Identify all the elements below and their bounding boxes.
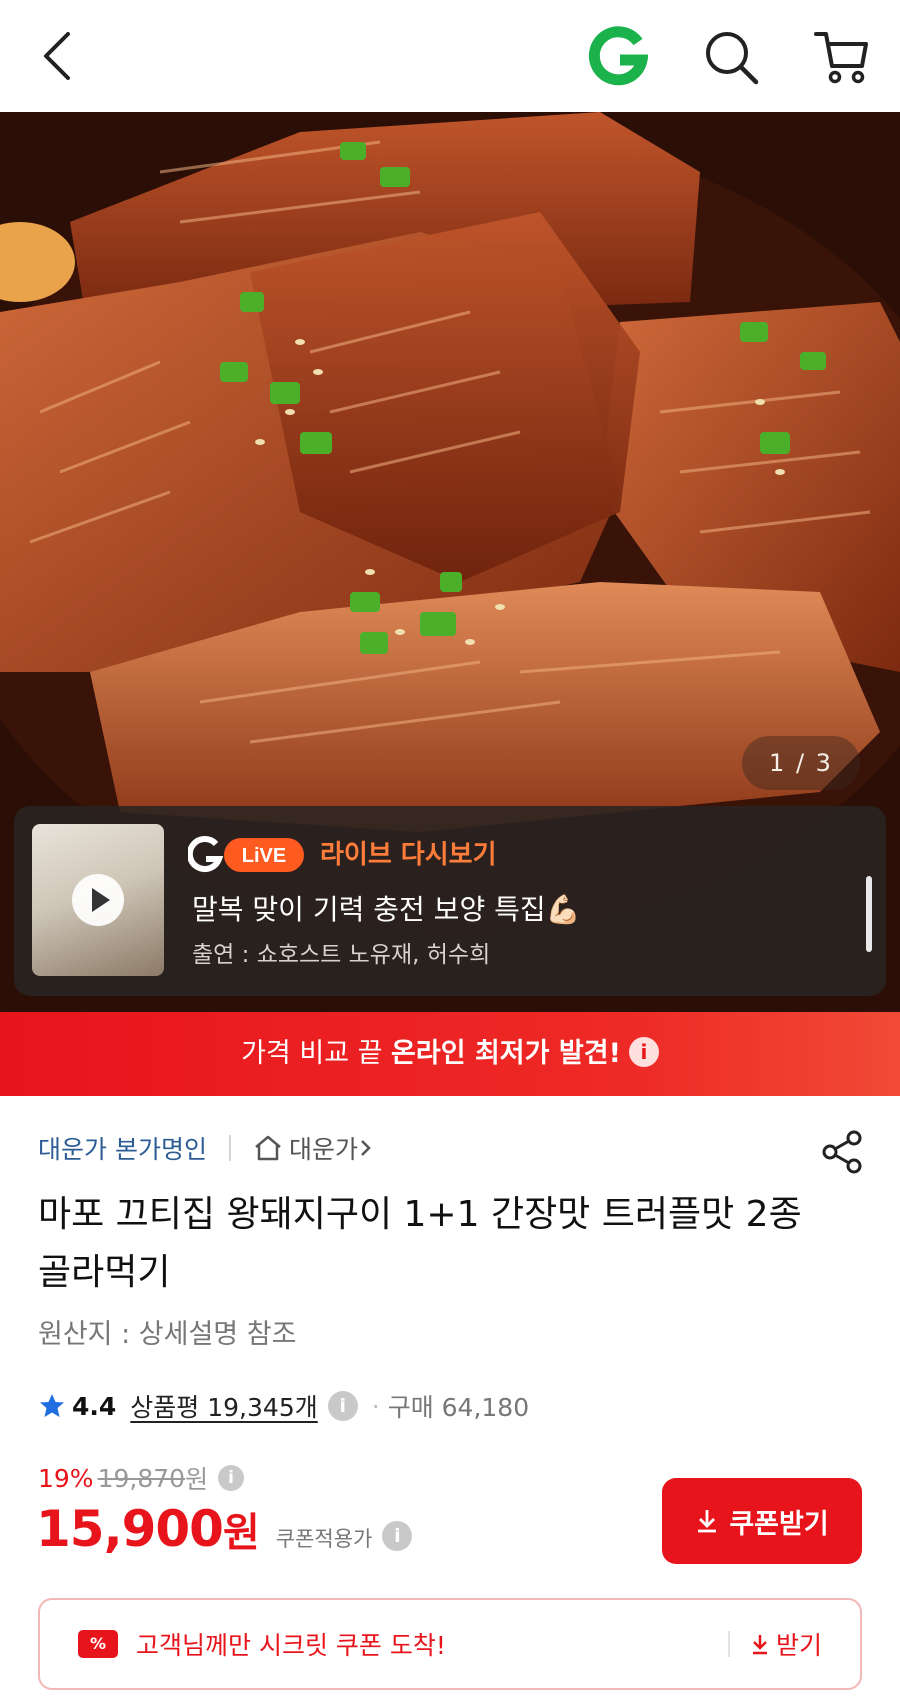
price-row: 15,900 원 쿠폰적용가 i (36, 1500, 413, 1558)
live-title: 말복 맞이 기력 충전 보양 특집💪🏻 (192, 893, 581, 926)
g-live-logo-icon: LiVE (188, 836, 304, 873)
live-cast: 출연 : 쇼호스트 노유재, 허수희 (192, 942, 491, 968)
search-icon[interactable] (702, 28, 760, 86)
top-app-bar (0, 0, 900, 112)
original-price: 19,870 (97, 1463, 186, 1493)
sale-price: 15,900 (36, 1500, 224, 1558)
info-icon[interactable]: i (382, 1521, 413, 1551)
store-name: 대운가 (288, 1135, 358, 1164)
download-icon (698, 1510, 717, 1533)
chevron-right-icon (361, 1140, 371, 1156)
rating-value: 4.4 (72, 1391, 117, 1421)
seller-name-link[interactable]: 대운가 본가명인 (38, 1130, 207, 1166)
secret-coupon-get-button[interactable]: 받기 (750, 1626, 822, 1662)
info-icon[interactable]: i (628, 1037, 659, 1067)
download-icon (752, 1635, 767, 1655)
banner-highlight: 온라인 최저가 발견! (391, 1038, 621, 1069)
store-link[interactable]: 대운가 (253, 1130, 380, 1166)
seller-row: 대운가 본가명인 대운가 (38, 1128, 380, 1168)
product-title: 마포 끄티집 왕돼지구이 1+1 간장맛 트러플맛 2종 골라먹기 (38, 1194, 802, 1293)
price-unit: 원 (222, 1510, 260, 1556)
scrollbar[interactable] (866, 876, 872, 952)
separator-dot: · (371, 1391, 380, 1421)
secret-coupon-get-label: 받기 (775, 1631, 822, 1660)
get-coupon-button[interactable]: 쿠폰받기 (662, 1478, 862, 1564)
coupon-percent-icon: % (78, 1630, 118, 1658)
banner-prefix: 가격 비교 끝 (241, 1038, 392, 1069)
chevron-left-icon[interactable] (38, 28, 78, 84)
info-icon[interactable]: i (327, 1391, 358, 1421)
divider (727, 1631, 730, 1657)
rating-row: 4.4 상품평 19,345개 i · 구매 64,180 (38, 1386, 529, 1426)
coupon-applied-label: 쿠폰적용가 (275, 1527, 373, 1551)
original-price-unit: 원 (185, 1465, 209, 1494)
product-origin: 원산지 : 상세설명 참조 (38, 1319, 297, 1350)
discount-row: 19% 19,870 원 i (38, 1460, 245, 1496)
product-image-gallery[interactable]: 1 / 3 LiVE 라이브 다시보기 말복 맞이 기력 충전 보양 특집💪🏻 … (0, 112, 900, 1012)
secret-coupon-bar[interactable]: % 고객님께만 시크릿 쿠폰 도착! 받기 (38, 1598, 862, 1690)
info-icon[interactable]: i (218, 1465, 245, 1491)
cart-icon[interactable] (812, 26, 872, 86)
get-coupon-label: 쿠폰받기 (729, 1508, 829, 1540)
purchase-count: 구매 64,180 (387, 1393, 530, 1422)
lowest-price-banner[interactable]: 가격 비교 끝 온라인 최저가 발견! i (0, 1012, 900, 1096)
live-replay-card[interactable]: LiVE 라이브 다시보기 말복 맞이 기력 충전 보양 특집💪🏻 출연 : 쇼… (14, 806, 886, 996)
star-icon (40, 1394, 64, 1417)
home-icon (255, 1135, 281, 1161)
divider (228, 1135, 231, 1161)
live-logo-text: LiVE (242, 845, 286, 867)
share-icon[interactable] (818, 1128, 866, 1176)
review-count-link[interactable]: 상품평 19,345개 (130, 1388, 317, 1424)
gmarket-logo-icon[interactable] (588, 26, 648, 86)
secret-coupon-message: 고객님께만 시크릿 쿠폰 도착! (136, 1631, 446, 1660)
live-thumbnail[interactable] (32, 824, 164, 976)
play-icon[interactable] (72, 874, 124, 926)
gallery-page-indicator: 1 / 3 (742, 736, 860, 790)
live-replay-label: 라이브 다시보기 (320, 840, 497, 870)
discount-rate: 19% (38, 1463, 94, 1493)
